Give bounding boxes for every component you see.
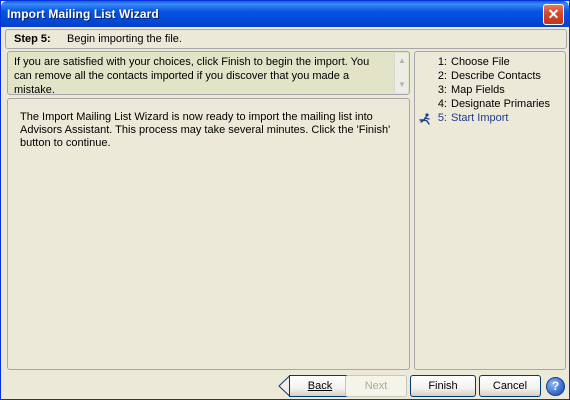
step-label: Choose File [451, 56, 510, 68]
steps-list: 1: Choose File 2: Describe Contacts 3: M… [414, 51, 566, 370]
close-button[interactable]: ✕ [543, 4, 564, 25]
cancel-button-label: Cancel [492, 380, 528, 392]
main-text: The Import Mailing List Wizard is now re… [20, 111, 391, 149]
finish-button[interactable]: Finish [410, 375, 476, 397]
wizard-window: Import Mailing List Wizard ✕ Step 5: Beg… [0, 0, 570, 400]
help-button[interactable]: ? [546, 377, 565, 396]
title-bar[interactable]: Import Mailing List Wizard ✕ [1, 1, 569, 27]
help-icon: ? [551, 379, 560, 393]
step-num: 1: [437, 56, 447, 68]
info-text: If you are satisfied with your choices, … [14, 56, 370, 96]
step-item-map-fields: 3: Map Fields [415, 84, 565, 98]
scroll-up-icon[interactable]: ▲ [396, 55, 408, 67]
step-label: Start Import [451, 112, 509, 124]
runner-icon [419, 113, 430, 125]
step-item-choose-file: 1: Choose File [415, 56, 565, 70]
info-panel: If you are satisfied with your choices, … [7, 51, 410, 96]
cancel-button[interactable]: Cancel [479, 375, 541, 397]
back-button[interactable]: Back [289, 375, 351, 397]
step-num: 3: [437, 84, 447, 96]
scroll-down-icon[interactable]: ▼ [396, 79, 408, 91]
step-item-start-import: 5: Start Import [415, 112, 565, 126]
step-num: 5: [437, 112, 447, 124]
finish-button-label: Finish [428, 380, 458, 392]
step-label: Describe Contacts [451, 70, 541, 82]
info-scrollbar[interactable]: ▲ ▼ [394, 53, 408, 93]
window-title: Import Mailing List Wizard [7, 7, 159, 21]
step-item-designate-primaries: 4: Designate Primaries [415, 98, 565, 112]
next-button-label: Next [364, 380, 388, 392]
step-item-describe-contacts: 2: Describe Contacts [415, 70, 565, 84]
main-panel: The Import Mailing List Wizard is now re… [7, 98, 410, 370]
step-label: Map Fields [451, 84, 505, 96]
step-description: Begin importing the file. [67, 33, 182, 45]
step-number-label: Step 5: [14, 33, 51, 45]
step-header: Step 5: Begin importing the file. [5, 29, 567, 49]
back-button-label: Back [307, 380, 333, 392]
step-num: 4: [437, 98, 447, 110]
step-num: 2: [437, 70, 447, 82]
close-icon: ✕ [547, 6, 560, 22]
next-button[interactable]: Next [345, 375, 407, 397]
step-label: Designate Primaries [451, 98, 551, 110]
